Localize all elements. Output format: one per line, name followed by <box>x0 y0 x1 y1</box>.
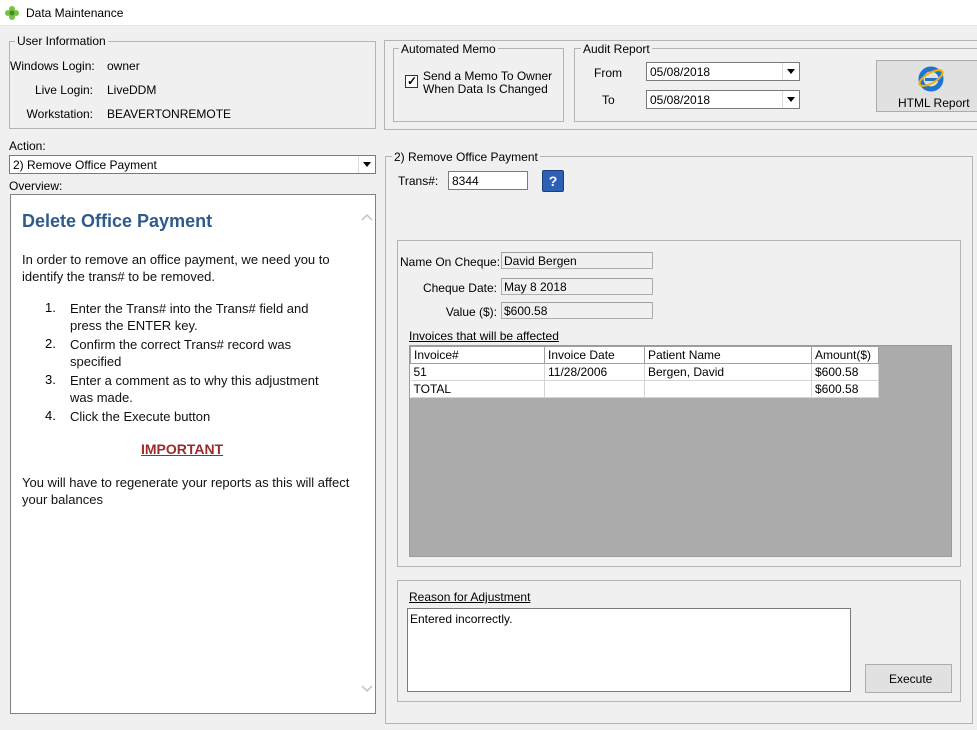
step-1-line2: press the ENTER key. <box>70 318 198 333</box>
remove-payment-legend: 2) Remove Office Payment <box>392 150 540 164</box>
step-1-line1: Enter the Trans# into the Trans# field a… <box>70 301 309 316</box>
table-cell: TOTAL <box>410 380 545 398</box>
from-date-picker[interactable]: 05/08/2018 <box>646 62 800 81</box>
overview-panel[interactable]: Delete Office Payment In order to remove… <box>10 194 376 714</box>
table-cell <box>544 380 645 398</box>
windows-login-value: owner <box>107 59 140 73</box>
internet-explorer-icon <box>918 66 944 92</box>
step-3-line1: Enter a comment as to why this adjustmen… <box>70 373 319 388</box>
reason-label: Reason for Adjustment <box>409 590 531 604</box>
trans-label: Trans#: <box>398 174 439 188</box>
table-header-row: Invoice# Invoice Date Patient Name Amoun… <box>410 346 879 364</box>
table-cell: $600.58 <box>811 363 879 381</box>
scroll-down-icon[interactable] <box>359 681 375 697</box>
user-info-legend: User Information <box>15 34 108 48</box>
step-3-number: 3. <box>45 372 56 387</box>
column-header[interactable]: Invoice# <box>410 346 545 364</box>
send-memo-label-line1: Send a Memo To Owner <box>423 69 553 83</box>
from-date-value: 05/08/2018 <box>650 65 711 79</box>
table-cell: Bergen, David <box>644 363 812 381</box>
reason-textarea[interactable]: Entered incorrectly. <box>407 608 851 692</box>
overview-intro: In order to remove an office payment, we… <box>22 252 330 284</box>
step-2-line2: specified <box>70 354 122 369</box>
html-report-button[interactable]: HTML Report <box>876 60 977 112</box>
overview-footer: You will have to regenerate your reports… <box>22 475 350 507</box>
value-field: $600.58 <box>501 302 653 319</box>
name-on-cheque-field: David Bergen <box>501 252 653 269</box>
to-date-value: 05/08/2018 <box>650 93 711 107</box>
cheque-date-label: Cheque Date: <box>422 281 497 295</box>
execute-button[interactable]: Execute <box>865 664 952 693</box>
table-cell: 11/28/2006 <box>544 363 645 381</box>
audit-report-legend: Audit Report <box>581 42 652 56</box>
name-on-cheque-label: Name On Cheque: <box>400 255 501 269</box>
trans-input[interactable]: 8344 <box>448 171 528 190</box>
overview-label: Overview: <box>9 179 63 193</box>
step-2-number: 2. <box>45 336 56 351</box>
app-flower-icon <box>5 6 19 20</box>
workstation-value: BEAVERTONREMOTE <box>107 107 232 121</box>
name-on-cheque-value: David Bergen <box>504 254 577 268</box>
cheque-date-field: May 8 2018 <box>501 278 653 295</box>
to-date-picker[interactable]: 05/08/2018 <box>646 90 800 109</box>
question-mark-icon[interactable]: ? <box>542 170 564 192</box>
step-2-line1: Confirm the correct Trans# record was <box>70 337 292 352</box>
from-label: From <box>594 66 622 80</box>
step-4-line1: Click the Execute button <box>70 409 211 424</box>
step-4-number: 4. <box>45 408 56 423</box>
to-date-dropdown-icon[interactable] <box>782 91 799 108</box>
table-cell: $600.58 <box>811 380 879 398</box>
invoices-table: Invoice# Invoice Date Patient Name Amoun… <box>410 346 879 398</box>
column-header[interactable]: Patient Name <box>644 346 812 364</box>
step-1-number: 1. <box>45 300 56 315</box>
value-value: $600.58 <box>504 304 548 318</box>
action-selected-value: 2) Remove Office Payment <box>13 158 157 172</box>
table-row[interactable]: TOTAL $600.58 <box>410 380 879 398</box>
execute-label: Execute <box>889 672 933 686</box>
live-login-label: Live Login: <box>34 83 93 97</box>
step-3-line2: was made. <box>70 390 133 405</box>
action-select[interactable]: 2) Remove Office Payment <box>9 155 376 174</box>
action-label: Action: <box>9 139 46 153</box>
send-memo-label-line2: When Data Is Changed <box>423 82 548 96</box>
title-bar: Data Maintenance <box>0 0 977 26</box>
value-label: Value ($): <box>445 305 497 319</box>
workstation-label: Workstation: <box>26 107 93 121</box>
important-heading: IMPORTANT <box>141 441 224 457</box>
cheque-date-value: May 8 2018 <box>504 280 567 294</box>
table-cell <box>644 380 812 398</box>
invoices-affected-label: Invoices that will be affected <box>409 329 559 343</box>
live-login-value: LiveDDM <box>107 83 157 97</box>
action-dropdown-icon[interactable] <box>358 156 375 173</box>
scroll-up-icon[interactable] <box>359 209 375 225</box>
windows-login-label: Windows Login: <box>10 59 95 73</box>
automated-memo-legend: Automated Memo <box>399 42 498 56</box>
table-cell: 51 <box>410 363 545 381</box>
column-header[interactable]: Amount($) <box>811 346 879 364</box>
from-date-dropdown-icon[interactable] <box>782 63 799 80</box>
to-label: To <box>602 93 615 107</box>
html-report-label: HTML Report <box>898 96 970 110</box>
column-header[interactable]: Invoice Date <box>544 346 645 364</box>
table-row[interactable]: 51 11/28/2006 Bergen, David $600.58 <box>410 363 879 381</box>
window-title: Data Maintenance <box>26 6 124 20</box>
overview-title: Delete Office Payment <box>22 211 213 231</box>
trans-value: 8344 <box>452 174 479 188</box>
reason-value: Entered incorrectly. <box>410 612 513 626</box>
send-memo-checkbox[interactable] <box>405 74 418 88</box>
invoices-grid[interactable]: Invoice# Invoice Date Patient Name Amoun… <box>409 345 952 557</box>
